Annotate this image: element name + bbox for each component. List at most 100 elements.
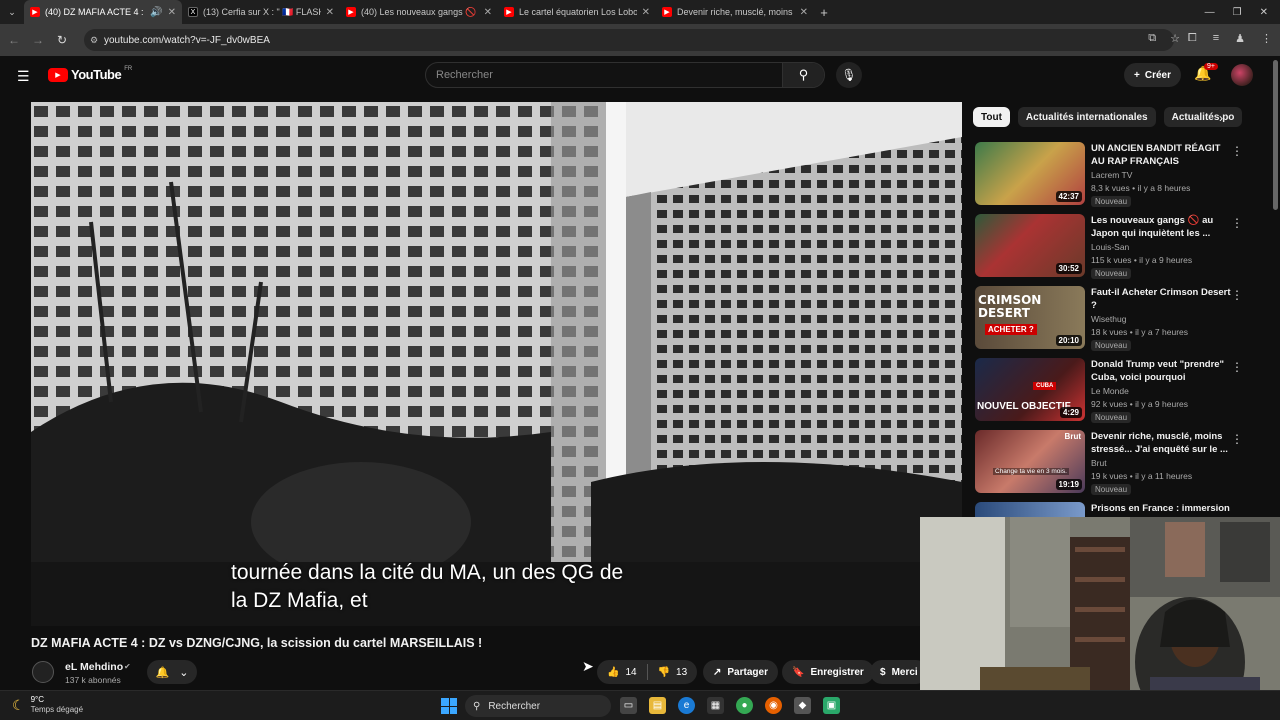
tab-2[interactable]: ▶ (40) Les nouveaux gangs 🚫 au ✕ (340, 0, 498, 24)
speaker-icon[interactable]: 🔊 (150, 7, 162, 18)
dislike-count: 13 (676, 666, 688, 678)
reco-title[interactable]: Prisons en France : immersion (1091, 502, 1231, 515)
taskbar-search[interactable]: ⚲ Rechercher (465, 695, 611, 717)
app-green-icon[interactable]: ▣ (823, 697, 840, 714)
video-thumbnail[interactable]: 42:37 (975, 142, 1085, 205)
page-scrollbar[interactable] (1273, 60, 1278, 210)
chip-international-news[interactable]: Actualités internationales (1017, 107, 1156, 127)
search-button[interactable]: ⚲ (782, 63, 824, 87)
close-icon[interactable]: ✕ (642, 7, 650, 18)
tab-0[interactable]: ▶ (40) DZ MAFIA ACTE 4 : DZ 🔊 ✕ (24, 0, 182, 24)
chip-political-news[interactable]: Actualités po (1163, 107, 1243, 127)
menu-dots-icon[interactable]: ⋮ (1261, 32, 1272, 45)
chrome-icon[interactable]: ● (736, 697, 753, 714)
recommendation-item[interactable]: CRIMSON DESERT ACHETER ? 20:10 Faut-il A… (975, 286, 1265, 351)
channel-name[interactable]: eL Mehdino (65, 661, 123, 673)
more-options-icon[interactable]: ⋮ (1231, 144, 1243, 158)
tab-title: (40) Les nouveaux gangs 🚫 au (361, 6, 479, 17)
reco-channel[interactable]: Brut (1091, 458, 1107, 468)
new-tab-button[interactable]: + (814, 5, 834, 20)
video-subtitle: tournée dans la cité du MA, un des QG de… (231, 559, 623, 615)
windows-taskbar: ☾ 9°C Temps dégagé ⚲ Rechercher ▭ ▤ e ▦ … (0, 690, 1280, 720)
media-control-icon[interactable]: ≡ (1213, 32, 1219, 45)
reco-title[interactable]: Devenir riche, musclé, moins stressé... … (1091, 430, 1231, 456)
search-input[interactable] (426, 69, 782, 81)
site-info-icon[interactable]: ⚙ (90, 35, 98, 46)
reco-channel[interactable]: Louis-San (1091, 242, 1129, 252)
reco-title[interactable]: UN ANCIEN BANDIT RÉAGIT AU RAP FRANÇAIS (1091, 142, 1231, 168)
reload-icon[interactable]: ↻ (50, 33, 74, 47)
close-icon[interactable]: ✕ (168, 7, 176, 18)
forward-icon[interactable]: → (26, 33, 50, 47)
youtube-icon: ▶ (504, 7, 514, 17)
more-options-icon[interactable]: ⋮ (1231, 360, 1243, 374)
recommendation-item[interactable]: 42:37 UN ANCIEN BANDIT RÉAGIT AU RAP FRA… (975, 142, 1265, 207)
reco-title[interactable]: Les nouveaux gangs 🚫 au Japon qui inquiè… (1091, 214, 1231, 240)
plus-icon: + (1134, 69, 1140, 81)
voice-search-button[interactable]: 🎙 (836, 62, 862, 88)
account-avatar[interactable] (1231, 64, 1253, 86)
close-icon[interactable]: ✕ (800, 7, 808, 18)
tab-4[interactable]: ▶ Devenir riche, musclé, moins str ✕ (656, 0, 814, 24)
reco-channel[interactable]: Le Monde (1091, 386, 1129, 396)
firefox-icon[interactable]: ◉ (765, 697, 782, 714)
tab-search-icon[interactable]: ⌄ (0, 0, 24, 24)
new-badge: Nouveau (1091, 412, 1132, 423)
close-window-icon[interactable]: ✕ (1260, 7, 1268, 18)
tab-title: (13) Cerfia sur X : " 🇫🇷 FLASH (203, 6, 321, 17)
bookmark-star-icon[interactable]: ☆ (1170, 32, 1180, 45)
cast-icon[interactable]: ⧉ (1148, 32, 1156, 45)
save-button[interactable]: 🔖 Enregistrer (782, 660, 874, 684)
maximize-icon[interactable]: ❐ (1233, 7, 1242, 18)
url-field[interactable]: ⚙ youtube.com/watch?v=-JF_dv0wBEA (84, 29, 1174, 51)
edge-icon[interactable]: e (678, 697, 695, 714)
dislike-button[interactable]: 👎 13 (648, 660, 698, 684)
back-icon[interactable]: ← (2, 33, 26, 47)
video-thumbnail[interactable]: 30:52 (975, 214, 1085, 277)
video-thumbnail[interactable] (975, 502, 1085, 517)
close-icon[interactable]: ✕ (484, 7, 492, 18)
windows-start-icon[interactable] (441, 698, 457, 714)
close-icon[interactable]: ✕ (326, 7, 334, 18)
duration-badge: 4:29 (1059, 407, 1082, 418)
channel-avatar[interactable] (32, 661, 54, 683)
url-text: youtube.com/watch?v=-JF_dv0wBEA (104, 34, 270, 46)
more-options-icon[interactable]: ⋮ (1231, 432, 1243, 446)
create-label: Créer (1144, 69, 1171, 81)
tab-3[interactable]: ▶ Le cartel équatorien Los Lobos ✕ (498, 0, 656, 24)
recommendation-item[interactable]: Prisons en France : immersion (975, 502, 1265, 517)
recommendation-item[interactable]: CUBA NOUVEL OBJECTIF 4:29 Donald Trump v… (975, 358, 1265, 423)
minimize-icon[interactable]: — (1205, 7, 1215, 18)
reco-channel[interactable]: Lacrem TV (1091, 170, 1132, 180)
profile-icon[interactable]: ♟ (1235, 32, 1245, 45)
video-player[interactable]: tournée dans la cité du MA, un des QG de… (31, 102, 962, 626)
notification-count-badge: 9+ (1204, 63, 1218, 70)
extensions-icon[interactable]: ⧠ (1188, 32, 1197, 45)
like-button[interactable]: 👍 14 (597, 660, 647, 684)
recommendation-item[interactable]: 30:52 Les nouveaux gangs 🚫 au Japon qui … (975, 214, 1265, 279)
weather-widget[interactable]: ☾ 9°C Temps dégagé (12, 695, 83, 715)
more-options-icon[interactable]: ⋮ (1231, 288, 1243, 302)
thumbnail-text: Change ta vie en 3 mois. (993, 468, 1069, 475)
reco-channel[interactable]: Wisethug (1091, 314, 1126, 324)
app-icon[interactable]: ◆ (794, 697, 811, 714)
chip-all[interactable]: Tout (973, 107, 1010, 127)
task-view-icon[interactable]: ▭ (620, 697, 637, 714)
video-thumbnail[interactable]: CUBA NOUVEL OBJECTIF 4:29 (975, 358, 1085, 421)
store-icon[interactable]: ▦ (707, 697, 724, 714)
share-button[interactable]: ↗ Partager (703, 660, 778, 684)
recommendation-item[interactable]: Brut Change ta vie en 3 mois. 19:19 Deve… (975, 430, 1265, 495)
youtube-logo[interactable]: ▶ YouTube FR (48, 66, 132, 82)
reco-title[interactable]: Faut-il Acheter Crimson Desert ? (1091, 286, 1231, 312)
create-button[interactable]: + Créer (1124, 63, 1181, 87)
tab-1[interactable]: X (13) Cerfia sur X : " 🇫🇷 FLASH ✕ (182, 0, 340, 24)
more-options-icon[interactable]: ⋮ (1231, 216, 1243, 230)
chevron-right-icon[interactable]: › (1219, 111, 1223, 125)
video-thumbnail[interactable]: Brut Change ta vie en 3 mois. 19:19 (975, 430, 1085, 493)
video-thumbnail[interactable]: CRIMSON DESERT ACHETER ? 20:10 (975, 286, 1085, 349)
hamburger-menu-icon[interactable]: ☰ (17, 68, 30, 85)
subscribed-bell-button[interactable]: 🔔 ⌄ (147, 660, 197, 684)
file-explorer-icon[interactable]: ▤ (649, 697, 666, 714)
reco-title[interactable]: Donald Trump veut "prendre" Cuba, voici … (1091, 358, 1231, 384)
thumbnail-subtext: CUBA (1033, 382, 1057, 390)
